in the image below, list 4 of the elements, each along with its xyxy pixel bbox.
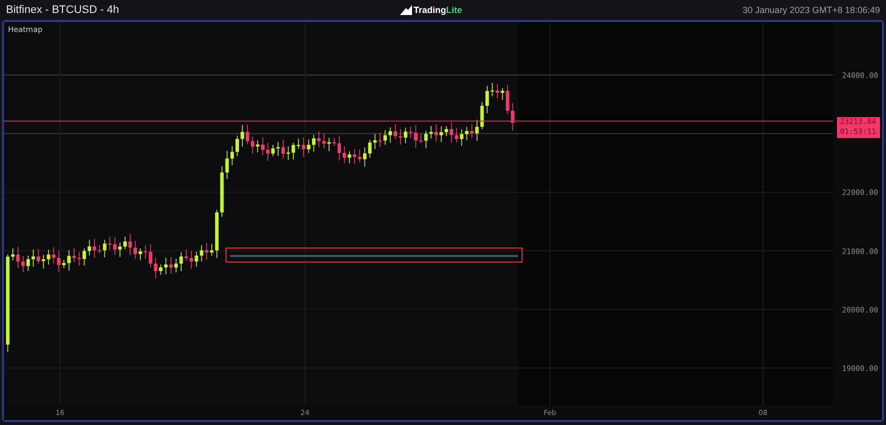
chart-title: Bitfinex - BTCUSD - 4h (6, 4, 120, 16)
date-time: 30 January 2023 GMT+8 18:06:49 (742, 5, 880, 15)
logo-icon (400, 5, 412, 15)
logo-text: TradingLite (414, 5, 462, 15)
